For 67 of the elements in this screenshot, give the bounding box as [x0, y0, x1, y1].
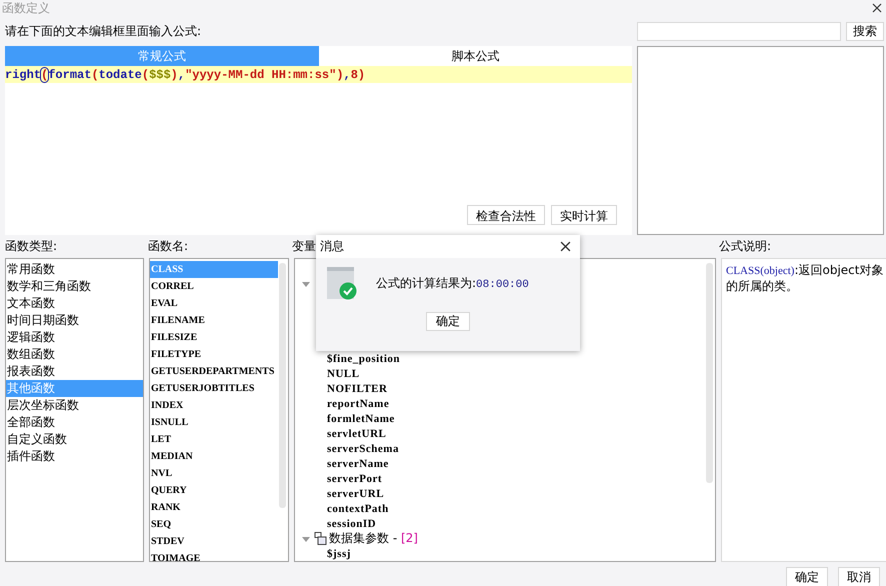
panel-label: 函数类型:	[5, 238, 58, 255]
list-item[interactable]: 常用函数	[6, 261, 143, 278]
footer-button[interactable]: 确定	[786, 567, 828, 586]
list-item[interactable]: TOIMAGE	[150, 550, 278, 561]
success-icon	[327, 267, 358, 300]
list-item[interactable]: FILESIZE	[150, 329, 278, 346]
tree-item[interactable]: sessionID	[327, 518, 376, 530]
list-item[interactable]: STDEV	[150, 533, 278, 550]
panel-label: 变量	[292, 238, 316, 255]
tree-item[interactable]: NULL	[327, 368, 360, 380]
description-text: CLASS(object):返回object对象的所属的类。	[721, 258, 886, 562]
search-button[interactable]: 搜索	[846, 22, 884, 40]
list-item[interactable]: CORREL	[150, 278, 278, 295]
list-item[interactable]: FILENAME	[150, 312, 278, 329]
toggle-icon[interactable]	[301, 280, 311, 288]
list-item[interactable]: 全部函数	[6, 414, 143, 431]
scrollbar-thumb[interactable]	[706, 263, 713, 483]
scrollbar-thumb[interactable]	[279, 263, 286, 508]
list-item[interactable]: INDEX	[150, 397, 278, 414]
list-item[interactable]: 时间日期函数	[6, 312, 143, 329]
list-item[interactable]: 层次坐标函数	[6, 397, 143, 414]
tree-item[interactable]: serverURL	[327, 488, 384, 500]
panel-label: 函数名:	[148, 238, 188, 255]
list-item[interactable]: LET	[150, 431, 278, 448]
list-item[interactable]: 报表函数	[6, 363, 143, 380]
list-item[interactable]: EVAL	[150, 295, 278, 312]
tree-item[interactable]: $fine_position	[327, 352, 400, 364]
tree-item[interactable]: contextPath	[327, 502, 389, 514]
close-icon[interactable]	[560, 241, 571, 252]
list-item[interactable]: 数学和三角函数	[6, 278, 143, 295]
list-item[interactable]: 逻辑函数	[6, 329, 143, 346]
panel-label: 公式说明:	[719, 238, 772, 255]
editor-button[interactable]: 检查合法性	[467, 205, 545, 225]
list-item[interactable]: MEDIAN	[150, 448, 278, 465]
list-item[interactable]: RANK	[150, 499, 278, 516]
list-item[interactable]: 插件函数	[6, 448, 143, 465]
footer-button[interactable]: 取消	[838, 567, 880, 586]
list-item[interactable]: GETUSERDEPARTMENTS	[150, 363, 278, 380]
dialog-message: 公式的计算结果为:08:00:00	[376, 275, 529, 292]
list-item[interactable]: GETUSERJOBTITLES	[150, 380, 278, 397]
list-item[interactable]: 数组函数	[6, 346, 143, 363]
list-item[interactable]: SEQ	[150, 516, 278, 533]
formula-editor[interactable]: 常规公式 脚本公式 right(format(todate($$$),"yyyy-MM-dd HH:mm:ss"),8) 检查合法性 实时计算	[5, 46, 632, 235]
prompt-label: 请在下面的文本编辑框里面输入公式:	[5, 22, 202, 40]
tree-item[interactable]: serverPort	[327, 472, 382, 484]
tree-item[interactable]: serverName	[327, 458, 389, 470]
parameter-icon	[313, 532, 327, 545]
list-item[interactable]: 文本函数	[6, 295, 143, 312]
list-item[interactable]: FILETYPE	[150, 346, 278, 363]
dialog-title: 消息	[320, 238, 344, 255]
tree-group-label[interactable]: 数据集参数 - [2]	[329, 530, 418, 547]
tree-item[interactable]: reportName	[327, 398, 390, 410]
list-item[interactable]: NVL	[150, 465, 278, 482]
editor-button[interactable]: 实时计算	[551, 205, 617, 225]
list-item[interactable]: ISNULL	[150, 414, 278, 431]
ok-button[interactable]: 确定	[426, 312, 470, 331]
close-icon[interactable]	[872, 3, 882, 13]
tree-item[interactable]: formletName	[327, 412, 395, 424]
window-title: 函数定义	[2, 0, 50, 16]
list-item[interactable]: 自定义函数	[6, 431, 143, 448]
tree-item[interactable]: servletURL	[327, 428, 386, 440]
tree-item[interactable]: NOFILTER	[327, 382, 388, 394]
tree-item[interactable]: $jssj	[327, 548, 351, 560]
search-field[interactable]	[637, 22, 841, 40]
list-item[interactable]: QUERY	[150, 482, 278, 499]
toggle-icon[interactable]	[301, 534, 311, 542]
tree-item[interactable]: serverSchema	[327, 442, 399, 454]
